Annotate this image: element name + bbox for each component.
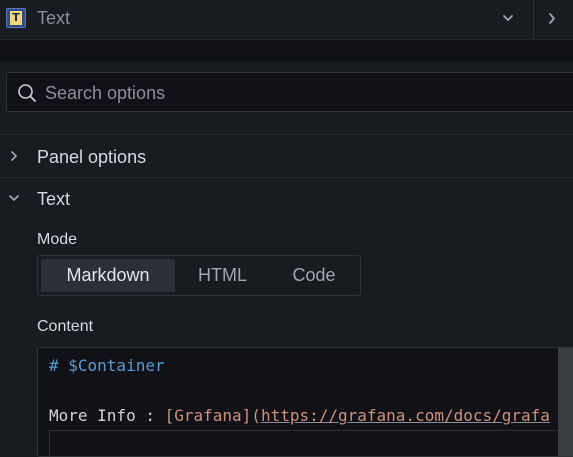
section-panel-options[interactable]: Panel options <box>0 136 573 178</box>
current-line-highlight <box>49 430 559 456</box>
section-label: Text <box>37 189 71 209</box>
search-box[interactable] <box>6 72 573 112</box>
mode-radio-group: Markdown HTML Code <box>37 255 361 296</box>
content-label: Content <box>37 318 94 335</box>
search-container <box>0 61 573 135</box>
search-input[interactable] <box>43 74 567 112</box>
mode-option-html[interactable]: HTML <box>175 259 270 292</box>
content-code-editor[interactable]: # $Container More Info : [Grafana](https… <box>37 347 573 457</box>
search-icon <box>18 84 36 102</box>
header-separator-band <box>0 40 573 61</box>
mode-label: Mode <box>37 231 78 248</box>
section-label: Panel options <box>37 147 147 167</box>
mode-option-code[interactable]: Code <box>270 259 358 292</box>
code-line-3: More Info : [Grafana](https://grafana.co… <box>49 406 550 425</box>
editor-scrollbar[interactable] <box>558 348 573 456</box>
code-line-1: # $Container <box>49 356 165 375</box>
chevron-right-icon <box>11 151 17 161</box>
chevron-down-icon <box>503 15 513 21</box>
chevron-right-icon <box>549 13 555 24</box>
visualization-picker[interactable]: T Text <box>0 0 573 40</box>
visualization-name: Text <box>37 8 71 28</box>
collapse-options-button[interactable] <box>540 8 564 30</box>
text-panel-icon: T <box>6 8 26 28</box>
chevron-down-icon <box>9 195 19 201</box>
visualization-dropdown-button[interactable] <box>495 8 521 30</box>
section-text[interactable]: Text <box>0 178 573 220</box>
header-divider <box>533 0 534 39</box>
mode-option-markdown[interactable]: Markdown <box>41 259 175 292</box>
